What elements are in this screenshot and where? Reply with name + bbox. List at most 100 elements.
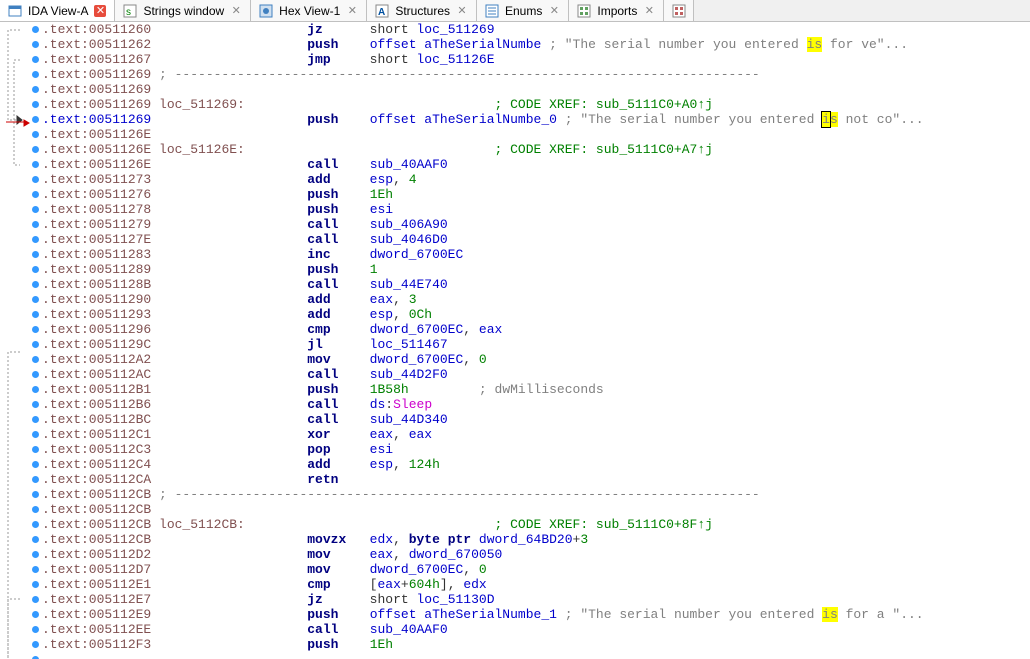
- breakpoint-dot[interactable]: [32, 266, 39, 273]
- close-icon[interactable]: ✕: [548, 5, 560, 17]
- breakpoint-dot[interactable]: [32, 101, 39, 108]
- tab-structures[interactable]: AStructures✕: [367, 0, 477, 21]
- breakpoint-dot[interactable]: [32, 71, 39, 78]
- code-line[interactable]: .text:005112CA retn: [42, 472, 1030, 487]
- code-line[interactable]: .text:005112CB: [42, 502, 1030, 517]
- code-line[interactable]: .text:005112A2 mov dword_6700EC, 0: [42, 352, 1030, 367]
- code-line[interactable]: .text:0051126E call sub_40AAF0: [42, 157, 1030, 172]
- disassembly-view[interactable]: .text:00511260 jz short loc_511269.text:…: [0, 22, 1030, 659]
- code-line[interactable]: .text:005112B1 push 1B58h ; dwMillisecon…: [42, 382, 1030, 397]
- tab-ida-view-a[interactable]: IDA View-A✕: [0, 0, 115, 21]
- code-line[interactable]: .text:00511278 push esi: [42, 202, 1030, 217]
- code-line[interactable]: .text:00511269 ; -----------------------…: [42, 67, 1030, 82]
- code-line[interactable]: .text:0051129C jl loc_511467: [42, 337, 1030, 352]
- code-line[interactable]: .text:00511283 inc dword_6700EC: [42, 247, 1030, 262]
- breakpoint-dot[interactable]: [32, 326, 39, 333]
- breakpoint-dot[interactable]: [32, 521, 39, 528]
- breakpoint-dot[interactable]: [32, 41, 39, 48]
- breakpoint-dot[interactable]: [32, 311, 39, 318]
- close-icon[interactable]: ✕: [643, 5, 655, 17]
- breakpoint-dot[interactable]: [32, 401, 39, 408]
- code-line[interactable]: .text:00511276 push 1Eh: [42, 187, 1030, 202]
- code-line[interactable]: .text:0051126E loc_51126E: ; CODE XREF: …: [42, 142, 1030, 157]
- breakpoint-dot[interactable]: [32, 296, 39, 303]
- code-line[interactable]: .text:005112D2 mov eax, dword_670050: [42, 547, 1030, 562]
- code-line[interactable]: .text:00511296 cmp dword_6700EC, eax: [42, 322, 1030, 337]
- breakpoint-dot[interactable]: [32, 626, 39, 633]
- breakpoint-dot[interactable]: [32, 371, 39, 378]
- code-line[interactable]: .text:005112AC call sub_44D2F0: [42, 367, 1030, 382]
- breakpoint-dot[interactable]: [32, 461, 39, 468]
- breakpoint-dot[interactable]: [32, 341, 39, 348]
- tab-overflow[interactable]: [664, 0, 694, 21]
- tab-hex-view-1[interactable]: Hex View-1✕: [251, 0, 367, 21]
- breakpoint-dot[interactable]: [32, 581, 39, 588]
- code-line[interactable]: .text:00511273 add esp, 4: [42, 172, 1030, 187]
- code-line[interactable]: .text:005112C1 xor eax, eax: [42, 427, 1030, 442]
- breakpoint-dot[interactable]: [32, 551, 39, 558]
- code-line[interactable]: .text:0051128B call sub_44E740: [42, 277, 1030, 292]
- breakpoint-dot[interactable]: [32, 536, 39, 543]
- enum-icon: [485, 4, 499, 18]
- close-icon[interactable]: ✕: [230, 5, 242, 17]
- breakpoint-dot[interactable]: [32, 221, 39, 228]
- tab-imports[interactable]: Imports✕: [569, 0, 664, 21]
- code-line[interactable]: .text:005112F3 push 1Eh: [42, 637, 1030, 652]
- breakpoint-dot[interactable]: [32, 566, 39, 573]
- breakpoint-dot[interactable]: [32, 161, 39, 168]
- breakpoint-dot[interactable]: [32, 116, 39, 123]
- code-line[interactable]: .text:0051127E call sub_4046D0: [42, 232, 1030, 247]
- code-line[interactable]: .text:005112CB loc_5112CB: ; CODE XREF: …: [42, 517, 1030, 532]
- code-line[interactable]: .text:005112E1 cmp [eax+604h], edx: [42, 577, 1030, 592]
- tab-enums[interactable]: Enums✕: [477, 0, 569, 21]
- code-line[interactable]: .text:005112B6 call ds:Sleep: [42, 397, 1030, 412]
- code-line[interactable]: .text:005112C4 add esp, 124h: [42, 457, 1030, 472]
- code-line[interactable]: .text:005112E9 push offset aTheSerialNum…: [42, 607, 1030, 622]
- breakpoint-dot[interactable]: [32, 476, 39, 483]
- code-line[interactable]: .text:005112BC call sub_44D340: [42, 412, 1030, 427]
- code-line[interactable]: .text:005112E7 jz short loc_51130D: [42, 592, 1030, 607]
- code-line[interactable]: .text:00511289 push 1: [42, 262, 1030, 277]
- code-line[interactable]: .text:00511290 add eax, 3: [42, 292, 1030, 307]
- code-line[interactable]: .text:00511262 push offset aTheSerialNum…: [42, 37, 1030, 52]
- breakpoint-dot[interactable]: [32, 206, 39, 213]
- breakpoint-dot[interactable]: [32, 491, 39, 498]
- code-line[interactable]: .text:00511269 loc_511269: ; CODE XREF: …: [42, 97, 1030, 112]
- code-line[interactable]: .text:0051126E: [42, 127, 1030, 142]
- breakpoint-dot[interactable]: [32, 506, 39, 513]
- breakpoint-dot[interactable]: [32, 176, 39, 183]
- breakpoint-dot[interactable]: [32, 56, 39, 63]
- code-line[interactable]: .text:005112CB movzx edx, byte ptr dword…: [42, 532, 1030, 547]
- breakpoint-dot[interactable]: [32, 641, 39, 648]
- breakpoint-dot[interactable]: [32, 236, 39, 243]
- address: .text:005112AC: [42, 367, 151, 382]
- breakpoint-dot[interactable]: [32, 191, 39, 198]
- code-line[interactable]: .text:00511279 call sub_406A90: [42, 217, 1030, 232]
- breakpoint-dot[interactable]: [32, 146, 39, 153]
- code-line[interactable]: .text:00511260 jz short loc_511269: [42, 22, 1030, 37]
- breakpoint-dot[interactable]: [32, 416, 39, 423]
- tab-strings-window[interactable]: sStrings window✕: [115, 0, 251, 21]
- code-line[interactable]: .text:005112D7 mov dword_6700EC, 0: [42, 562, 1030, 577]
- close-icon[interactable]: ✕: [94, 5, 106, 17]
- code-line[interactable]: .text:005112CB ; -----------------------…: [42, 487, 1030, 502]
- breakpoint-dot[interactable]: [32, 26, 39, 33]
- code-line[interactable]: .text:00511269 push offset aTheSerialNum…: [42, 112, 1030, 127]
- close-icon[interactable]: ✕: [456, 5, 468, 17]
- breakpoint-dot[interactable]: [32, 431, 39, 438]
- breakpoint-dot[interactable]: [32, 611, 39, 618]
- breakpoint-dot[interactable]: [32, 251, 39, 258]
- breakpoint-dot[interactable]: [32, 131, 39, 138]
- breakpoint-dot[interactable]: [32, 446, 39, 453]
- breakpoint-dot[interactable]: [32, 86, 39, 93]
- code-line[interactable]: .text:00511267 jmp short loc_51126E: [42, 52, 1030, 67]
- breakpoint-dot[interactable]: [32, 386, 39, 393]
- code-line[interactable]: .text:005112C3 pop esi: [42, 442, 1030, 457]
- breakpoint-dot[interactable]: [32, 356, 39, 363]
- breakpoint-dot[interactable]: [32, 596, 39, 603]
- breakpoint-dot[interactable]: [32, 281, 39, 288]
- close-icon[interactable]: ✕: [346, 5, 358, 17]
- code-line[interactable]: .text:00511269: [42, 82, 1030, 97]
- code-line[interactable]: .text:005112EE call sub_40AAF0: [42, 622, 1030, 637]
- code-line[interactable]: .text:00511293 add esp, 0Ch: [42, 307, 1030, 322]
